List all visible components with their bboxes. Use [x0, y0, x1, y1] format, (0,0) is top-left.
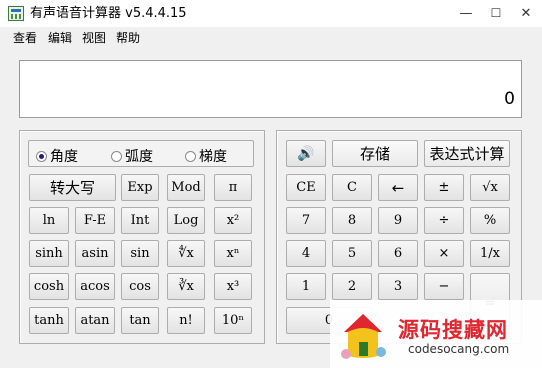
sqrt-button[interactable]: √x: [470, 174, 510, 201]
menu-help[interactable]: 帮助: [116, 30, 140, 46]
menu-view[interactable]: 查看: [13, 30, 37, 46]
speaker-icon[interactable]: 🔊: [286, 140, 326, 167]
digit-4-button[interactable]: 4: [286, 240, 326, 267]
radio-gradian[interactable]: 梯度: [185, 146, 227, 166]
atan-button[interactable]: atan: [75, 307, 115, 334]
radio-gradian-dot: [185, 150, 196, 162]
radio-radian-dot: [111, 150, 122, 162]
radio-degree-label: 角度: [50, 149, 78, 165]
digit-2-button[interactable]: 2: [332, 273, 372, 300]
x-cubed-button[interactable]: x³: [214, 273, 252, 300]
ln-button[interactable]: ln: [29, 207, 69, 234]
result-display: 0: [19, 60, 522, 118]
exp-button[interactable]: Exp: [121, 174, 159, 201]
window-title: 有声语音计算器 v5.4.4.15: [30, 6, 187, 21]
acos-button[interactable]: acos: [75, 273, 115, 300]
angle-mode-group: 角度 弧度 梯度: [28, 140, 254, 167]
radio-radian[interactable]: 弧度: [111, 146, 153, 166]
maximize-button[interactable]: ☐: [482, 0, 510, 27]
x-squared-button[interactable]: x²: [214, 207, 252, 234]
cube-root-button[interactable]: ∛x: [167, 273, 205, 300]
digit-9-button[interactable]: 9: [378, 207, 418, 234]
to-uppercase-button[interactable]: 转大写: [29, 174, 116, 201]
radio-radian-label: 弧度: [125, 149, 153, 165]
digit-6-button[interactable]: 6: [378, 240, 418, 267]
divide-button[interactable]: ÷: [424, 207, 464, 234]
c-button[interactable]: C: [332, 174, 372, 201]
digit-7-button[interactable]: 7: [286, 207, 326, 234]
digit-5-button[interactable]: 5: [332, 240, 372, 267]
expression-calc-button[interactable]: 表达式计算: [424, 140, 510, 167]
watermark-site-name: 源码搜藏网: [398, 318, 508, 342]
int-button[interactable]: Int: [121, 207, 159, 234]
fourth-root-button[interactable]: ∜x: [167, 240, 205, 267]
backspace-icon[interactable]: ←: [378, 174, 418, 201]
radio-degree-dot: [36, 150, 47, 162]
house-logo-icon: [341, 314, 386, 359]
tan-button[interactable]: tan: [121, 307, 159, 334]
reciprocal-button[interactable]: 1/x: [470, 240, 510, 267]
sinh-button[interactable]: sinh: [29, 240, 69, 267]
asin-button[interactable]: asin: [75, 240, 115, 267]
x-power-n-button[interactable]: xⁿ: [214, 240, 252, 267]
mod-button[interactable]: Mod: [167, 174, 205, 201]
digit-1-button[interactable]: 1: [286, 273, 326, 300]
cosh-button[interactable]: cosh: [29, 273, 69, 300]
tanh-button[interactable]: tanh: [29, 307, 69, 334]
multiply-button[interactable]: ×: [424, 240, 464, 267]
f-e-button[interactable]: F-E: [75, 207, 115, 234]
radio-gradian-label: 梯度: [199, 149, 227, 165]
minimize-button[interactable]: —: [452, 0, 480, 27]
subtract-button[interactable]: −: [424, 273, 464, 300]
display-value: 0: [504, 89, 515, 109]
sin-button[interactable]: sin: [121, 240, 159, 267]
factorial-button[interactable]: n!: [167, 307, 205, 334]
log-button[interactable]: Log: [167, 207, 205, 234]
store-button[interactable]: 存储: [332, 140, 418, 167]
ten-power-n-button[interactable]: 10ⁿ: [214, 307, 252, 334]
title-bar: 有声语音计算器 v5.4.4.15 — ☐ ✕: [0, 0, 542, 27]
radio-degree[interactable]: 角度: [36, 146, 78, 166]
calculator-app-icon: [8, 6, 24, 21]
watermark-url: codesocang.com: [408, 342, 510, 356]
cos-button[interactable]: cos: [121, 273, 159, 300]
percent-button[interactable]: %: [470, 207, 510, 234]
digit-8-button[interactable]: 8: [332, 207, 372, 234]
plus-minus-button[interactable]: ±: [424, 174, 464, 201]
ce-button[interactable]: CE: [286, 174, 326, 201]
close-button[interactable]: ✕: [512, 0, 540, 27]
menu-viewmode[interactable]: 视图: [82, 30, 106, 46]
menu-bar: 查看 编辑 视图 帮助: [0, 27, 542, 49]
menu-edit[interactable]: 编辑: [48, 30, 72, 46]
pi-button[interactable]: π: [214, 174, 252, 201]
digit-3-button[interactable]: 3: [378, 273, 418, 300]
